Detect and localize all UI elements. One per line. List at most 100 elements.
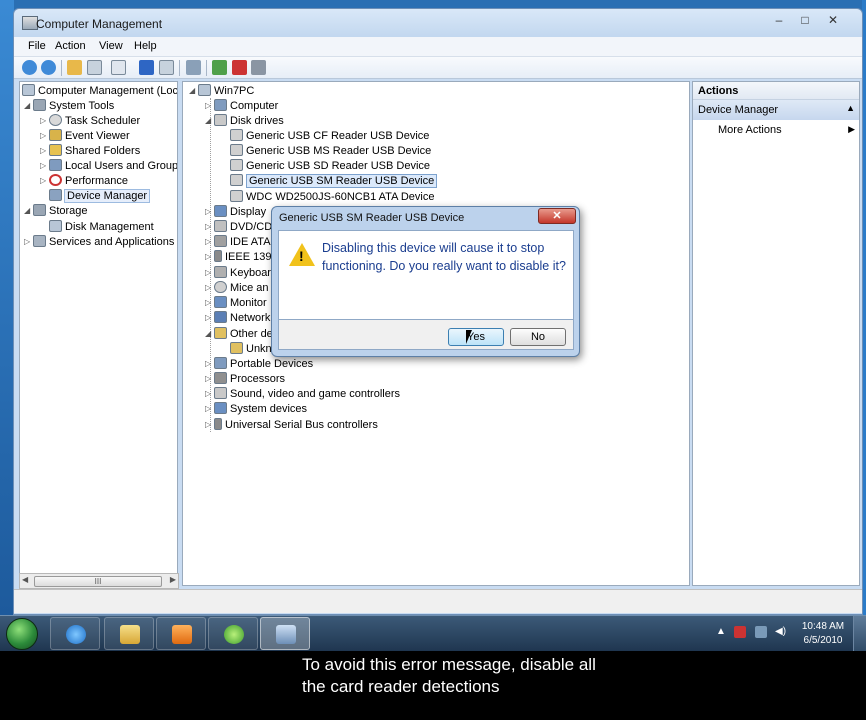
dialog-close-button[interactable]: ✕ — [538, 208, 576, 224]
actions-section-device-manager[interactable]: Device Manager ▲ — [693, 100, 859, 120]
expand-icon[interactable]: ▷ — [205, 402, 214, 416]
tree-device-manager[interactable]: Device Manager — [63, 189, 151, 203]
close-button[interactable]: ✕ — [820, 11, 846, 29]
expand-icon[interactable]: ▷ — [205, 387, 214, 401]
expand-icon[interactable]: ▷ — [40, 159, 49, 173]
expand-icon[interactable]: ▷ — [24, 235, 33, 249]
device-usb[interactable]: Universal Serial Bus controllers — [225, 419, 378, 431]
expand-icon[interactable]: ▷ — [205, 220, 214, 234]
collapse-icon[interactable]: ◢ — [189, 84, 198, 98]
collapse-icon[interactable]: ◢ — [24, 99, 33, 113]
show-hidden-icons[interactable]: ▲ — [716, 626, 726, 637]
device-computer[interactable]: Computer — [230, 100, 278, 112]
expand-icon[interactable]: ▷ — [205, 266, 214, 280]
disable-icon[interactable] — [251, 60, 266, 75]
tree-services-applications[interactable]: Services and Applications — [49, 236, 174, 248]
tree-computer-management[interactable]: Computer Management (Local — [38, 85, 177, 97]
scroll-left-icon[interactable]: ◀ — [22, 575, 28, 584]
device-other[interactable]: Other de — [230, 328, 273, 340]
collapse-icon[interactable]: ◢ — [24, 204, 33, 218]
device-monitors[interactable]: Monitor — [230, 297, 267, 309]
expand-icon[interactable]: ▷ — [205, 357, 214, 371]
left-horizontal-scrollbar[interactable]: ◀ III ▶ — [19, 573, 179, 589]
device-root[interactable]: Win7PC — [214, 85, 254, 97]
disk-item[interactable]: WDC WD2500JS-60NCB1 ATA Device — [246, 191, 434, 203]
expand-icon[interactable]: ▷ — [205, 311, 214, 325]
device-system[interactable]: System devices — [230, 403, 307, 415]
show-hide-tree-icon[interactable] — [87, 60, 102, 75]
title-bar[interactable]: Computer Management – □ ✕ — [14, 9, 862, 37]
volume-icon[interactable]: ◀) — [775, 626, 786, 637]
start-button[interactable] — [6, 618, 38, 650]
menu-help[interactable]: Help — [134, 40, 157, 52]
clock[interactable]: 10:48 AM 6/5/2010 — [797, 620, 849, 648]
collapse-icon[interactable]: ◢ — [205, 327, 214, 341]
network-tray-icon[interactable] — [755, 626, 767, 638]
disk-item-selected[interactable]: Generic USB SM Reader USB Device — [246, 174, 438, 188]
more-actions[interactable]: More Actions ▶ — [693, 120, 859, 140]
menu-action[interactable]: Action — [55, 40, 86, 52]
taskbar-explorer[interactable] — [104, 617, 154, 650]
expand-icon[interactable]: ▷ — [205, 205, 214, 219]
expand-icon[interactable]: ▷ — [40, 129, 49, 143]
scrollbar-thumb[interactable]: III — [34, 576, 162, 587]
device-display[interactable]: Display — [230, 206, 266, 218]
tree-shared-folders[interactable]: Shared Folders — [65, 145, 140, 157]
device-disk-drives[interactable]: Disk drives — [230, 115, 284, 127]
disk-item[interactable]: Generic USB SD Reader USB Device — [246, 160, 430, 172]
uninstall-icon[interactable] — [232, 60, 247, 75]
device-mice[interactable]: Mice an — [230, 282, 269, 294]
collapse-up-icon[interactable]: ▲ — [846, 103, 855, 113]
expand-icon[interactable]: ▷ — [205, 250, 214, 264]
tree-system-tools[interactable]: System Tools — [49, 100, 114, 112]
minimize-button[interactable]: – — [766, 11, 792, 29]
scan-hardware-icon[interactable] — [186, 60, 201, 75]
help-topic-icon[interactable] — [159, 60, 174, 75]
no-button[interactable]: No — [510, 328, 566, 346]
device-keyboards[interactable]: Keyboar — [230, 267, 271, 279]
disk-item[interactable]: Generic USB CF Reader USB Device — [246, 130, 429, 142]
expand-icon[interactable]: ▷ — [205, 418, 214, 432]
tree-event-viewer[interactable]: Event Viewer — [65, 130, 130, 142]
up-icon[interactable] — [67, 60, 82, 75]
device-dvd[interactable]: DVD/CD — [230, 221, 272, 233]
expand-icon[interactable]: ▷ — [40, 174, 49, 188]
expand-icon[interactable]: ▷ — [205, 296, 214, 310]
expand-icon[interactable]: ▷ — [205, 235, 214, 249]
mouse-icon — [214, 281, 227, 293]
taskbar-internet-explorer[interactable] — [50, 617, 100, 650]
device-portable[interactable]: Portable Devices — [230, 358, 313, 370]
device-ide[interactable]: IDE ATA — [230, 236, 271, 248]
properties-icon[interactable] — [111, 60, 126, 75]
expand-icon[interactable]: ▷ — [205, 99, 214, 113]
expand-icon[interactable]: ▷ — [205, 372, 214, 386]
tree-performance[interactable]: Performance — [65, 175, 128, 187]
show-desktop-button[interactable] — [853, 616, 866, 652]
tree-disk-management[interactable]: Disk Management — [65, 221, 154, 233]
menu-view[interactable]: View — [99, 40, 123, 52]
collapse-icon[interactable]: ◢ — [205, 114, 214, 128]
scroll-right-icon[interactable]: ▶ — [170, 575, 176, 584]
device-network[interactable]: Network — [230, 312, 270, 324]
tree-storage[interactable]: Storage — [49, 205, 88, 217]
expand-icon[interactable]: ▷ — [205, 281, 214, 295]
update-driver-icon[interactable] — [212, 60, 227, 75]
tree-task-scheduler[interactable]: Task Scheduler — [65, 115, 140, 127]
disk-item[interactable]: Generic USB MS Reader USB Device — [246, 145, 431, 157]
maximize-button[interactable]: □ — [792, 11, 818, 29]
help-icon[interactable] — [139, 60, 154, 75]
device-processors[interactable]: Processors — [230, 373, 285, 385]
taskbar-media-player[interactable] — [156, 617, 206, 650]
device-sound[interactable]: Sound, video and game controllers — [230, 388, 400, 400]
device-ieee[interactable]: IEEE 1394 — [225, 251, 278, 263]
back-icon[interactable] — [22, 60, 37, 75]
menu-file[interactable]: File — [28, 40, 46, 52]
expand-icon[interactable]: ▷ — [40, 114, 49, 128]
device-unknown[interactable]: Unkn — [246, 343, 272, 355]
expand-icon[interactable]: ▷ — [40, 144, 49, 158]
forward-icon[interactable] — [41, 60, 56, 75]
action-center-icon[interactable] — [734, 626, 746, 638]
tree-local-users[interactable]: Local Users and Groups — [65, 160, 177, 172]
taskbar-recorder[interactable] — [208, 617, 258, 650]
taskbar-computer-management[interactable] — [260, 617, 310, 650]
